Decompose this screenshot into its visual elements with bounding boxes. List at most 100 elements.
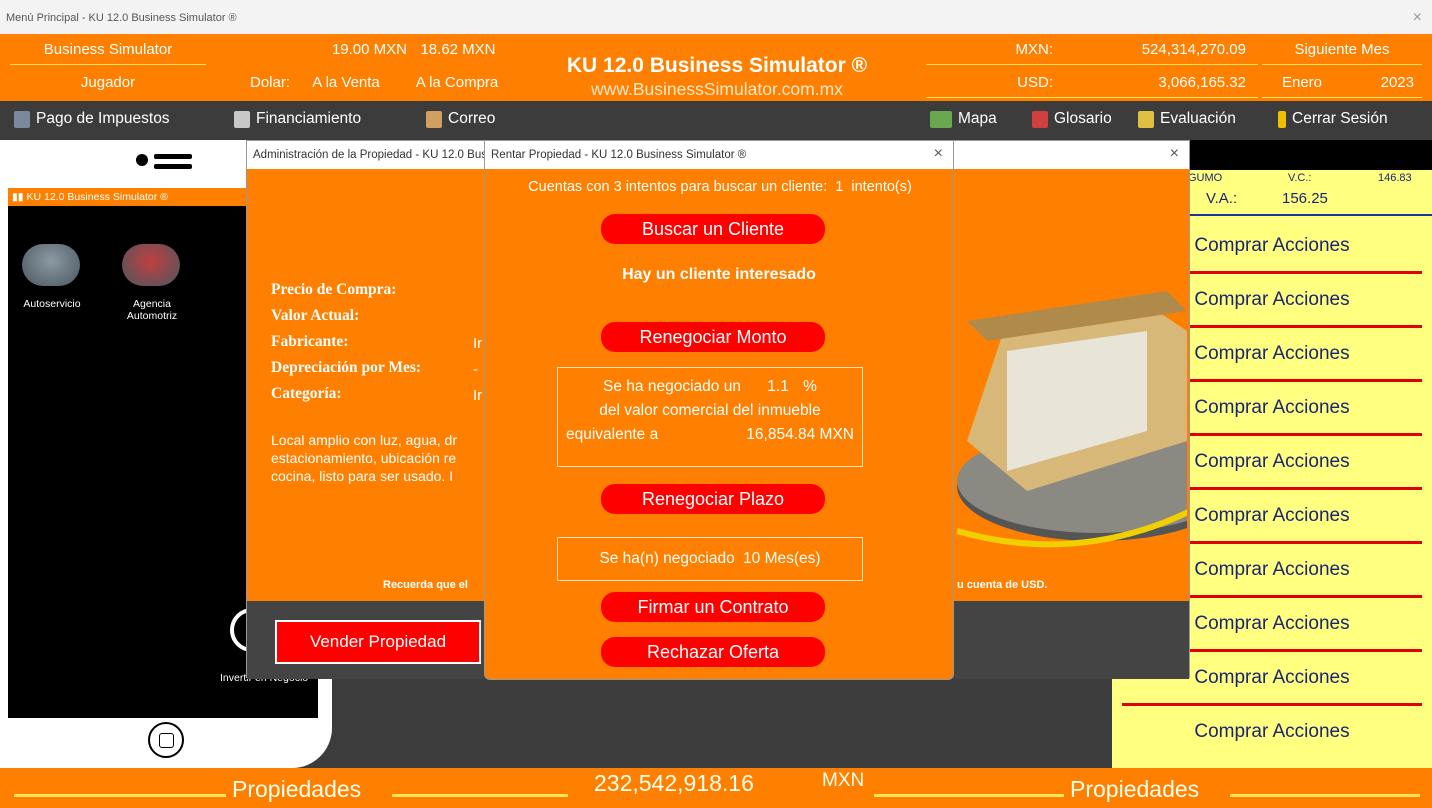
mxn-label: MXN: — [926, 34, 1098, 65]
va-value: 156.25 — [1282, 190, 1328, 207]
equivalent-value: 16,854.84 MXN — [746, 426, 854, 443]
mail-icon — [426, 110, 442, 128]
properties-left-label: Propiedades — [232, 776, 362, 802]
sell-rate: 19.00 MXN — [331, 41, 407, 58]
mxn-balance: 524,314,270.09 — [1098, 34, 1258, 65]
taxes-menu[interactable]: Pago de Impuestos — [14, 110, 170, 128]
sell-property-button[interactable]: Vender Propiedad — [275, 620, 481, 664]
term-value: 10 — [743, 550, 761, 567]
logout-label: Cerrar Sesión — [1292, 110, 1388, 127]
property-description: Local amplio con luz, agua, dr estaciona… — [271, 432, 457, 484]
properties-right-label: Propiedades — [1070, 776, 1200, 802]
logout-menu[interactable]: Cerrar Sesión — [1278, 110, 1388, 128]
percent-sign: % — [803, 378, 817, 395]
buy-stocks-button[interactable]: Comprar Acciones — [1122, 706, 1422, 760]
header-app-title: Business Simulator — [10, 34, 206, 65]
agencia-app-label[interactable]: Agencia Automotriz — [112, 298, 192, 322]
attempts-value: 1 — [835, 179, 844, 195]
current-month: Enero — [1262, 67, 1342, 98]
buy-rate: 18.62 MXN — [420, 41, 496, 58]
rent-window-title-text: Rentar Propiedad - KU 12.0 Business Simu… — [491, 149, 747, 161]
usd-balance: 3,066,165.32 — [1098, 67, 1258, 98]
toolbar: Pago de Impuestos Financiamiento Correo … — [0, 101, 1432, 140]
amount-line-1: Se ha negociado un 1.1 % — [558, 378, 862, 396]
next-month-button[interactable]: Siguiente Mes — [1262, 34, 1422, 65]
negotiated-percent: 1.1 — [767, 378, 789, 395]
amount-box: Se ha negociado un 1.1 % del valor comer… — [557, 367, 863, 467]
equivalent-label: equivalente a — [566, 426, 659, 443]
term-text: Se ha(n) negociado — [599, 550, 735, 567]
admin-close-button[interactable]: × — [1170, 141, 1179, 167]
dollar-label: Dolar: — [249, 74, 290, 91]
reminder-text-tail: u cuenta de USD. — [957, 579, 1048, 591]
vc-label: V.C.: — [1288, 172, 1312, 184]
amount-line-2: del valor comercial del inmueble — [599, 402, 821, 419]
va-label: V.A.: — [1206, 190, 1238, 207]
maker-label: Fabricante: — [271, 333, 349, 350]
autoservicio-app-icon[interactable] — [22, 244, 80, 286]
phone-speaker — [154, 154, 192, 159]
financing-menu[interactable]: Financiamiento — [234, 110, 361, 128]
maker-value: Ir — [473, 335, 483, 352]
renegotiate-term-button[interactable]: Renegociar Plazo — [601, 484, 825, 514]
evaluation-label: Evaluación — [1160, 110, 1236, 127]
website-url: www.BusinessSimulator.com.mx — [591, 79, 843, 99]
attempts-row: Cuentas con 3 intentos para buscar un cl… — [493, 179, 947, 195]
buy-label: A la Compra — [415, 74, 499, 91]
stock-company: GUMO — [1188, 172, 1223, 184]
window-close-button[interactable]: × — [1413, 9, 1422, 27]
amount-line-3: equivalente a 16,854.84 MXN — [558, 426, 862, 444]
phone-speaker-2 — [154, 164, 192, 169]
player-label: Jugador — [80, 74, 136, 91]
calculator-icon — [14, 110, 30, 128]
find-client-button[interactable]: Buscar un Cliente — [601, 214, 825, 244]
term-box: Se ha(n) negociado 10 Mes(es) — [557, 537, 863, 581]
bottom-bar: Propiedades 232,542,918.16 MXN Propiedad… — [0, 768, 1432, 808]
map-icon — [930, 110, 952, 128]
category-value: Ir — [473, 387, 483, 404]
usd-label: USD: — [926, 67, 1098, 98]
rent-close-button[interactable]: × — [934, 141, 943, 167]
window-title-bar: Menú Principal - KU 12.0 Business Simula… — [0, 0, 1432, 34]
window-title: Menú Principal - KU 12.0 Business Simula… — [6, 12, 237, 24]
rent-window-title: Rentar Propiedad - KU 12.0 Business Simu… — [485, 141, 953, 169]
taxes-label: Pago de Impuestos — [36, 110, 170, 127]
phone-home-button[interactable] — [148, 722, 184, 758]
negotiated-prefix: Se ha negociado un — [603, 378, 741, 395]
glossary-menu[interactable]: Glosario — [1032, 110, 1112, 128]
book-icon — [1032, 110, 1048, 128]
attempts-text: Cuentas con 3 intentos para buscar un cl… — [528, 179, 828, 195]
key-icon — [1278, 110, 1286, 128]
glossary-label: Glosario — [1054, 110, 1112, 127]
agencia-app-icon[interactable] — [122, 244, 180, 286]
renegotiate-amount-button[interactable]: Renegociar Monto — [601, 322, 825, 352]
bank-icon — [234, 110, 250, 128]
term-unit: Mes(es) — [764, 550, 821, 567]
depreciation-value: - — [473, 361, 478, 378]
attempts-unit: intento(s) — [851, 179, 912, 195]
reject-offer-button[interactable]: Rechazar Oferta — [601, 637, 825, 667]
bottom-line — [14, 794, 226, 797]
header: Business Simulator 19.00 MXN 18.62 MXN J… — [0, 34, 1432, 101]
vc-value: 146.83 — [1378, 172, 1412, 184]
mail-menu[interactable]: Correo — [426, 110, 495, 128]
rent-property-window: Rentar Propiedad - KU 12.0 Business Simu… — [484, 140, 954, 680]
category-label: Categoría: — [271, 385, 342, 402]
bottom-line — [392, 794, 568, 797]
financing-label: Financiamiento — [256, 110, 362, 127]
autoservicio-app-label[interactable]: Autoservicio — [12, 298, 92, 310]
purchase-price-label: Precio de Compra: — [271, 281, 397, 298]
signal-icon: ▮▮ — [12, 191, 24, 203]
current-value-label: Valor Actual: — [271, 307, 360, 324]
client-status: Hay un cliente interesado — [622, 266, 816, 283]
phone-status-title: KU 12.0 Business Simulator ® — [26, 191, 168, 203]
evaluation-icon — [1138, 110, 1154, 128]
properties-currency: MXN — [822, 770, 865, 791]
current-year: 2023 — [1342, 67, 1422, 98]
map-menu[interactable]: Mapa — [930, 110, 997, 128]
sign-contract-button[interactable]: Firmar un Contrato — [601, 592, 825, 622]
phone-camera — [136, 154, 148, 166]
mail-label: Correo — [448, 110, 496, 127]
property-image — [956, 291, 1187, 548]
evaluation-menu[interactable]: Evaluación — [1138, 110, 1236, 128]
